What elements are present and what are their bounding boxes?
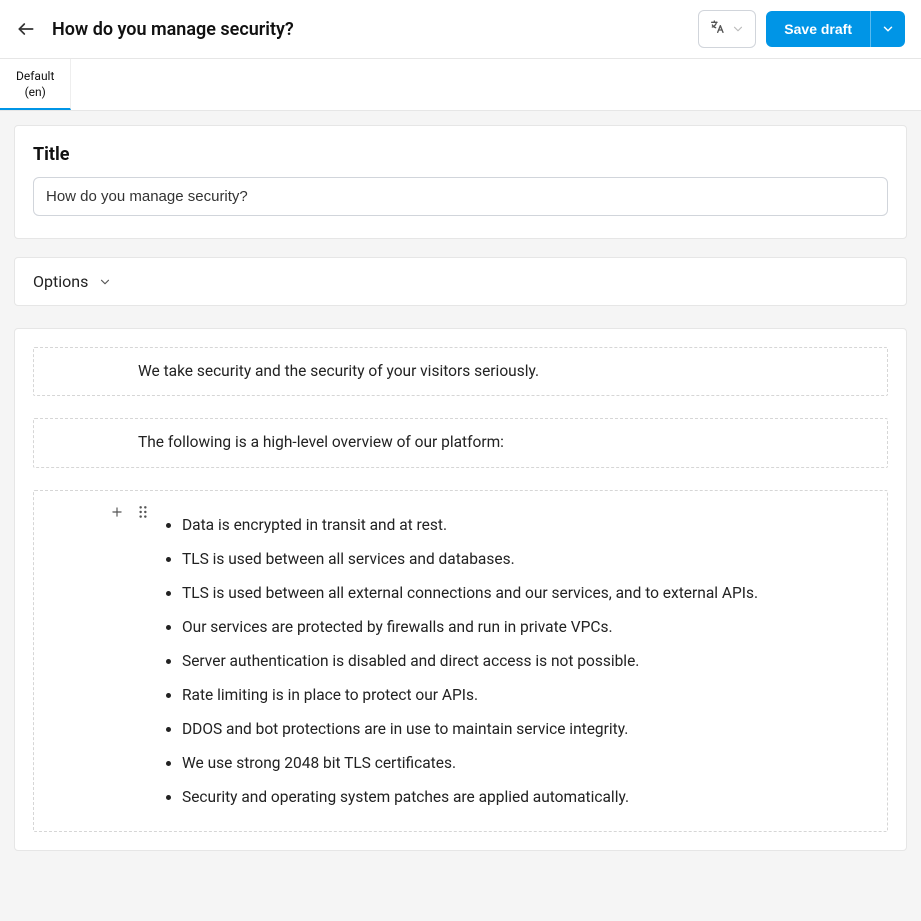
back-arrow-icon[interactable] [16, 19, 36, 39]
list-item[interactable]: Our services are protected by firewalls … [182, 615, 875, 639]
editor-list-block[interactable]: Data is encrypted in transit and at rest… [33, 490, 888, 832]
add-block-icon[interactable] [108, 503, 126, 521]
list-item[interactable]: TLS is used between all external connect… [182, 581, 875, 605]
list-item[interactable]: We use strong 2048 bit TLS certificates. [182, 751, 875, 775]
paragraph-text: We take security and the security of you… [138, 362, 539, 380]
drag-handle-icon[interactable] [134, 503, 152, 521]
chevron-down-icon [731, 22, 745, 36]
title-input[interactable] [33, 177, 888, 216]
tab-default-en[interactable]: Default (en) [0, 59, 71, 110]
title-card: Title [14, 125, 907, 239]
list-item[interactable]: DDOS and bot protections are in use to m… [182, 717, 875, 741]
translate-icon [709, 19, 725, 39]
editor-paragraph-block[interactable]: We take security and the security of you… [33, 347, 888, 396]
page-title: How do you manage security? [52, 19, 294, 40]
block-tools [108, 503, 152, 521]
chevron-down-icon [98, 275, 112, 289]
paragraph-text: The following is a high-level overview o… [138, 433, 504, 451]
options-panel[interactable]: Options [14, 257, 907, 306]
list-item[interactable]: Rate limiting is in place to protect our… [182, 683, 875, 707]
language-button[interactable] [698, 10, 756, 48]
bullet-list: Data is encrypted in transit and at rest… [138, 513, 875, 809]
list-item[interactable]: Security and operating system patches ar… [182, 785, 875, 809]
header-left: How do you manage security? [16, 19, 294, 40]
save-dropdown-button[interactable] [870, 11, 905, 47]
tab-sublabel: (en) [16, 85, 54, 101]
chevron-down-icon [881, 22, 895, 36]
editor-card: We take security and the security of you… [14, 328, 907, 851]
options-label: Options [33, 272, 88, 291]
list-item[interactable]: Server authentication is disabled and di… [182, 649, 875, 673]
list-item[interactable]: Data is encrypted in transit and at rest… [182, 513, 875, 537]
title-label: Title [33, 144, 888, 165]
header: How do you manage security? Save draft [0, 0, 921, 59]
editor-paragraph-block[interactable]: The following is a high-level overview o… [33, 418, 888, 467]
content-area: Title Options We take security and the s… [0, 111, 921, 865]
save-button-group: Save draft [766, 11, 905, 47]
tab-label: Default [16, 69, 54, 85]
save-draft-button[interactable]: Save draft [766, 11, 870, 47]
list-item[interactable]: TLS is used between all services and dat… [182, 547, 875, 571]
header-right: Save draft [698, 10, 905, 48]
locale-tabs: Default (en) [0, 59, 921, 111]
